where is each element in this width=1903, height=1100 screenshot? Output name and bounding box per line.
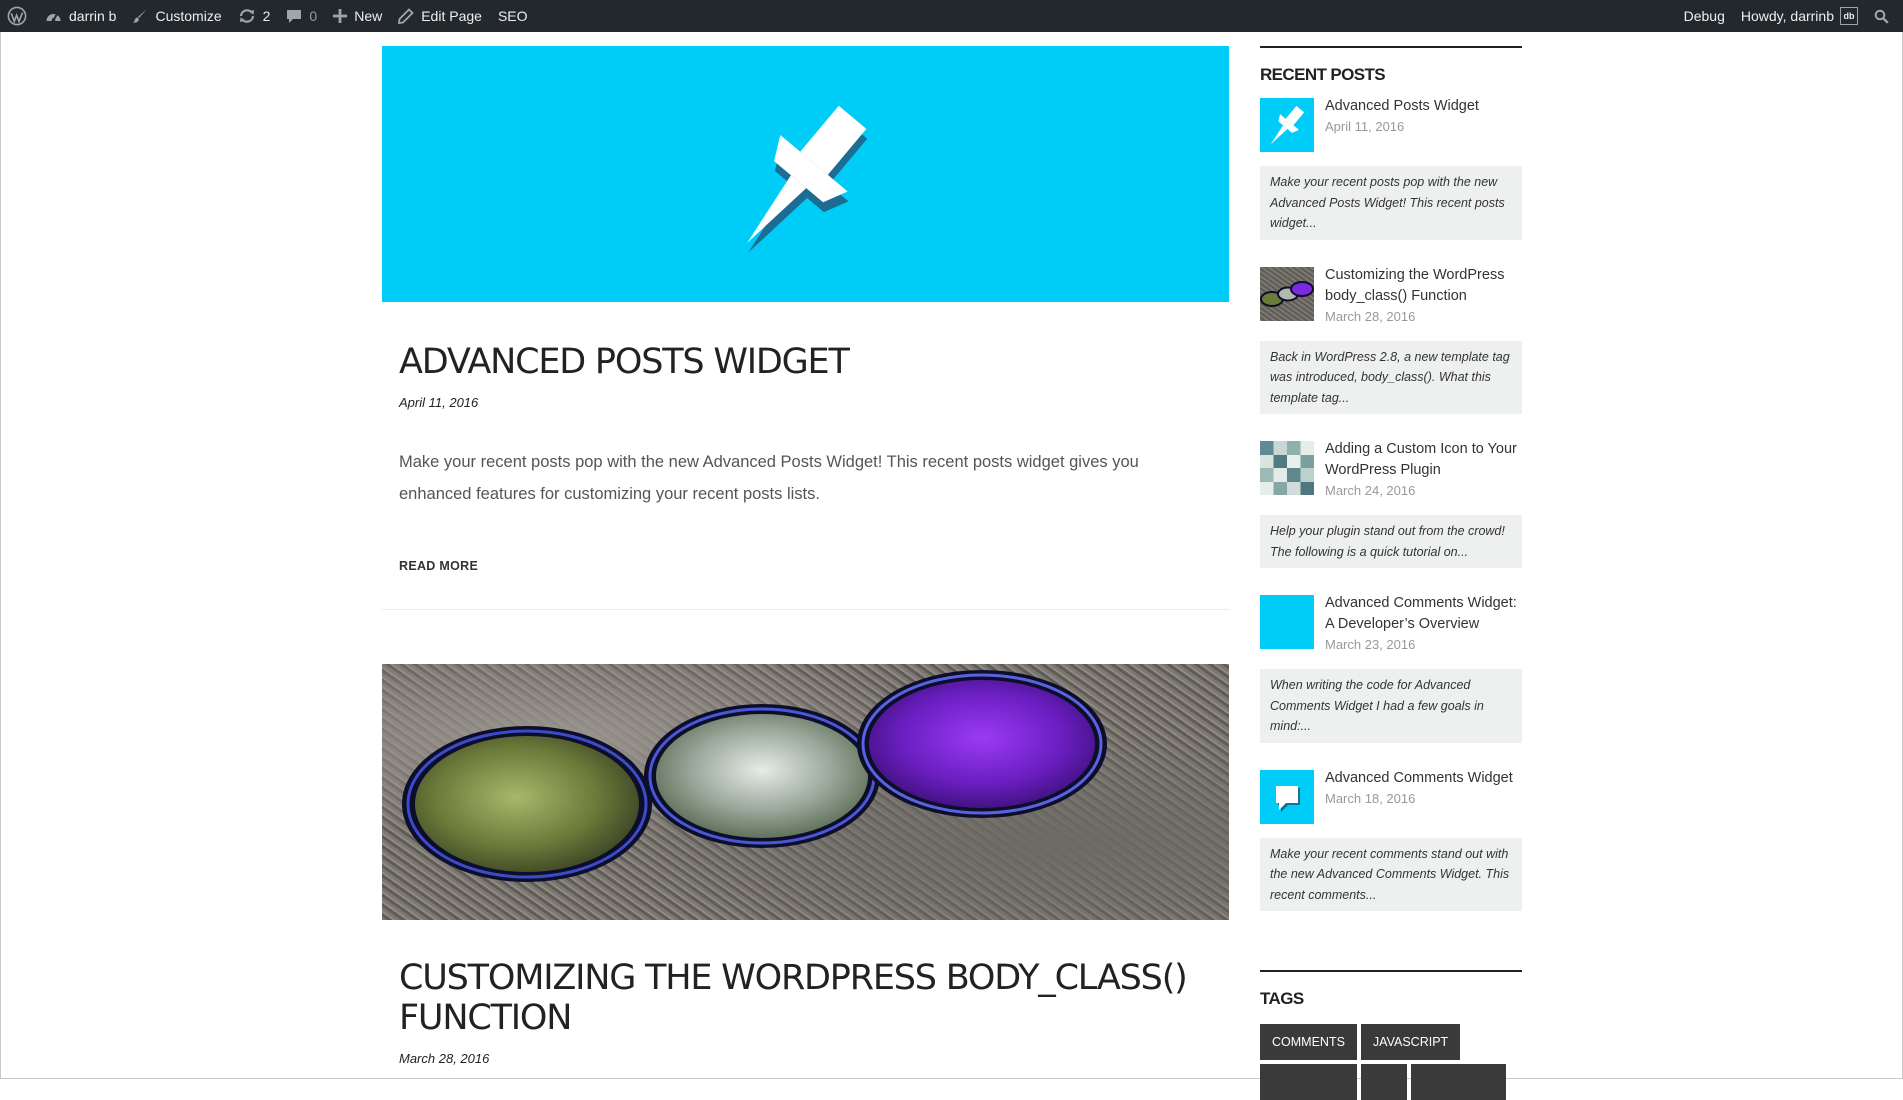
edit-page-label: Edit Page bbox=[421, 8, 482, 24]
tag-comments[interactable]: COMMENTS bbox=[1260, 1024, 1357, 1060]
pushpin-icon bbox=[1270, 105, 1305, 145]
post-title[interactable]: CUSTOMIZING THE WORDPRESS BODY_CLASS() F… bbox=[382, 958, 1229, 1038]
avatar: db bbox=[1840, 7, 1858, 25]
wordpress-logo-menu[interactable] bbox=[0, 0, 37, 32]
howdy-label: Howdy, darrinb bbox=[1740, 8, 1834, 24]
recent-post-title[interactable]: Advanced Comments Widget bbox=[1325, 768, 1513, 789]
tags-heading: TAGS bbox=[1260, 989, 1304, 1008]
comments-link[interactable]: 0 bbox=[278, 0, 325, 32]
post-advanced-posts-widget: ADVANCED POSTS WIDGET April 11, 2016 Mak… bbox=[382, 46, 1229, 610]
recent-post-item[interactable]: Advanced Comments Widget: A Developer’s … bbox=[1260, 593, 1522, 655]
tag-cloud: COMMENTS JAVASCRIPT bbox=[1260, 1024, 1522, 1100]
pushpin-icon bbox=[747, 105, 868, 253]
admin-bar-search[interactable] bbox=[1866, 0, 1903, 32]
tag-javascript[interactable]: JAVASCRIPT bbox=[1360, 1024, 1461, 1060]
updates-icon bbox=[239, 9, 254, 23]
post-date: March 28, 2016 bbox=[399, 1050, 490, 1066]
customize-link[interactable]: Customize bbox=[124, 0, 229, 32]
featured-image-lens-filters[interactable] bbox=[382, 663, 1229, 920]
pixel-mosaic bbox=[1260, 441, 1314, 495]
recent-post-date: April 11, 2016 bbox=[1325, 119, 1405, 134]
pencil-icon bbox=[398, 8, 414, 24]
debug-label: Debug bbox=[1683, 8, 1725, 24]
seo-menu[interactable]: SEO bbox=[490, 0, 536, 32]
updates-count: 2 bbox=[262, 8, 271, 24]
post-excerpt: Make your recent posts pop with the new … bbox=[399, 453, 1139, 503]
customize-label: Customize bbox=[155, 8, 222, 24]
lens-filters-photo bbox=[1260, 280, 1314, 307]
recent-post-thumbnail[interactable] bbox=[1260, 98, 1314, 152]
recent-post-date: March 23, 2016 bbox=[1325, 637, 1416, 652]
admin-bar: darrin b Customize 2 0 New Edit Page SEO… bbox=[0, 0, 1903, 32]
post-list: ADVANCED POSTS WIDGET April 11, 2016 Mak… bbox=[382, 46, 1229, 1066]
new-content-menu[interactable]: New bbox=[325, 0, 390, 32]
recent-posts-heading: RECENT POSTS bbox=[1260, 65, 1386, 84]
featured-image-pushpin[interactable] bbox=[382, 46, 1229, 302]
speech-bubble-icon bbox=[1276, 785, 1300, 812]
recent-post-date: March 18, 2016 bbox=[1325, 790, 1416, 806]
tag-partial[interactable] bbox=[1361, 1064, 1407, 1100]
my-account-menu[interactable]: Howdy, darrinb db bbox=[1733, 0, 1866, 32]
dashboard-gauge-icon bbox=[46, 12, 61, 22]
recent-post-date: March 28, 2016 bbox=[1325, 308, 1416, 324]
site-name-label: darrin b bbox=[69, 8, 117, 24]
recent-post-excerpt: Make your recent comments stand out with… bbox=[1260, 837, 1522, 911]
post-body-class: CUSTOMIZING THE WORDPRESS BODY_CLASS() F… bbox=[382, 663, 1229, 1066]
edit-page-link[interactable]: Edit Page bbox=[390, 0, 490, 32]
recent-post-excerpt: Make your recent posts pop with the new … bbox=[1260, 166, 1522, 240]
comments-count: 0 bbox=[309, 8, 318, 24]
post-divider bbox=[382, 608, 1229, 610]
recent-post-title[interactable]: Adding a Custom Icon to Your WordPress P… bbox=[1325, 439, 1522, 481]
read-more-link[interactable]: READ MORE bbox=[399, 559, 478, 573]
recent-post-excerpt: Help your plugin stand out from the crow… bbox=[1260, 515, 1522, 568]
recent-post-title[interactable]: Customizing the WordPress body_class() F… bbox=[1325, 265, 1522, 307]
post-title[interactable]: ADVANCED POSTS WIDGET bbox=[382, 342, 1229, 382]
recent-post-item[interactable]: Customizing the WordPress body_class() F… bbox=[1260, 265, 1522, 327]
avatar-initials: db bbox=[1843, 11, 1855, 21]
tag-partial[interactable] bbox=[1411, 1064, 1506, 1100]
recent-posts-list: Advanced Posts Widget April 11, 2016 Mak… bbox=[1260, 96, 1522, 911]
new-label: New bbox=[354, 8, 383, 24]
recent-post-thumbnail[interactable] bbox=[1260, 266, 1314, 321]
debug-menu[interactable]: Debug bbox=[1676, 0, 1733, 32]
post-date: April 11, 2016 bbox=[399, 395, 479, 410]
widget-top-rule bbox=[1260, 970, 1522, 972]
seo-label: SEO bbox=[497, 8, 528, 24]
recent-post-title[interactable]: Advanced Posts Widget bbox=[1325, 96, 1479, 117]
recent-post-excerpt: Back in WordPress 2.8, a new template ta… bbox=[1260, 340, 1522, 414]
recent-post-item[interactable]: Advanced Posts Widget April 11, 2016 bbox=[1260, 96, 1522, 152]
site-name-menu[interactable]: darrin b bbox=[37, 0, 124, 32]
updates-link[interactable]: 2 bbox=[230, 0, 279, 32]
comment-bubble-icon bbox=[287, 10, 302, 23]
lens-filters-photo bbox=[402, 669, 1107, 882]
recent-post-thumbnail[interactable] bbox=[1260, 595, 1314, 649]
blank-blue bbox=[1260, 595, 1314, 649]
recent-post-item[interactable]: Advanced Comments Widget March 18, 2016 bbox=[1260, 768, 1522, 824]
recent-post-date: March 24, 2016 bbox=[1325, 483, 1416, 498]
sidebar: RECENT POSTS Advanced Posts Widget April… bbox=[1260, 46, 1522, 1100]
paintbrush-icon bbox=[133, 9, 148, 23]
recent-post-thumbnail[interactable] bbox=[1260, 441, 1314, 495]
search-icon bbox=[1874, 9, 1889, 24]
recent-post-item[interactable]: Adding a Custom Icon to Your WordPress P… bbox=[1260, 439, 1522, 501]
wordpress-logo-icon bbox=[7, 6, 27, 26]
recent-post-title[interactable]: Advanced Comments Widget: A Developer’s … bbox=[1325, 593, 1522, 635]
widget-top-rule bbox=[1260, 46, 1522, 48]
tag-partial[interactable] bbox=[1260, 1064, 1357, 1100]
plus-icon bbox=[333, 9, 348, 23]
recent-post-excerpt: When writing the code for Advanced Comme… bbox=[1260, 669, 1522, 743]
recent-post-thumbnail[interactable] bbox=[1260, 769, 1314, 824]
